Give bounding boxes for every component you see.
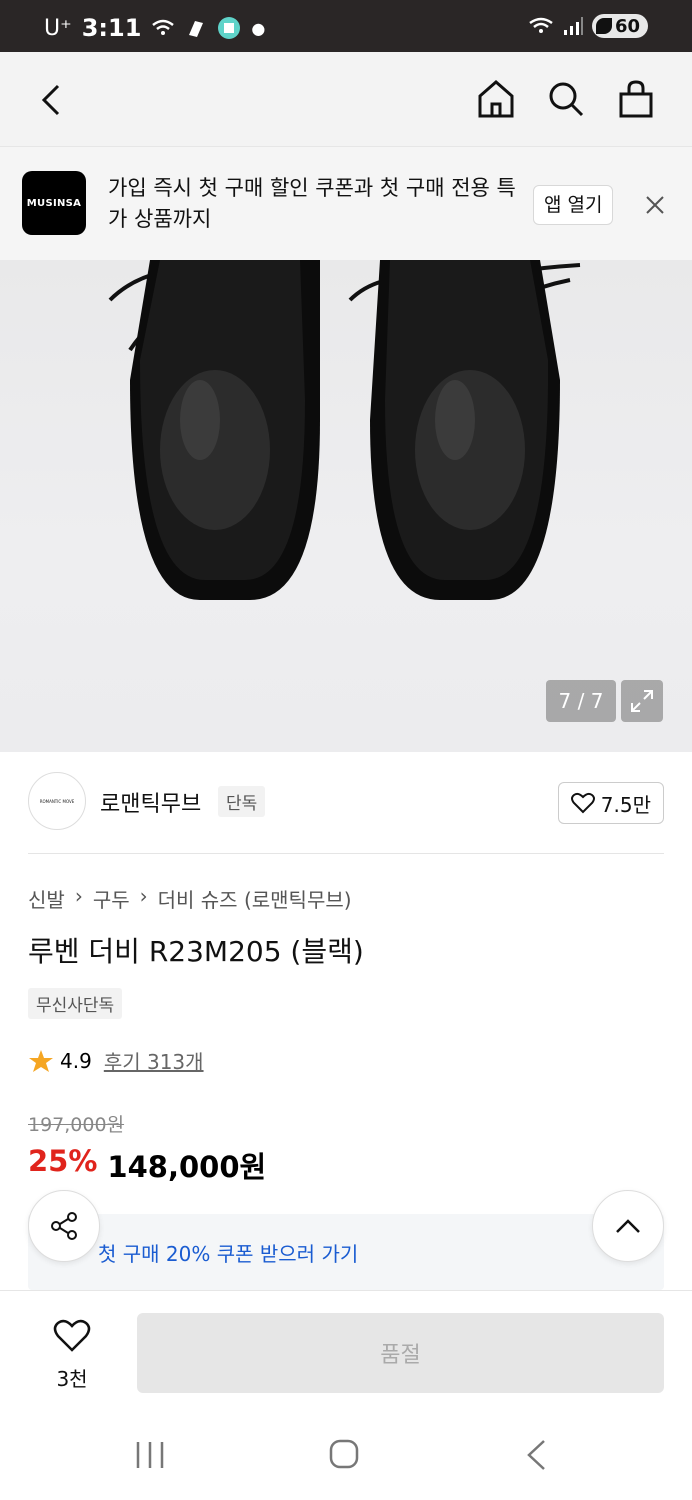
scroll-top-button[interactable] xyxy=(592,1190,664,1262)
original-price: 197,000원 xyxy=(28,1114,125,1136)
battery-indicator: 60 xyxy=(591,14,648,38)
heart-icon xyxy=(53,1319,91,1352)
dot-icon: ● xyxy=(251,18,266,38)
brand-logo[interactable]: ROMANTIC MOVE xyxy=(28,772,86,830)
star-icon xyxy=(29,1049,53,1072)
home-nav-icon[interactable] xyxy=(328,1438,360,1470)
soldout-button: 품절 xyxy=(137,1313,664,1393)
expand-icon xyxy=(631,690,653,712)
rating-row: 4.9 후기 313개 xyxy=(28,1046,204,1075)
wish-count: 3천 xyxy=(56,1367,88,1391)
leaf-icon xyxy=(595,18,612,34)
share-button[interactable] xyxy=(28,1190,100,1262)
top-header xyxy=(0,52,692,146)
coupon-banner[interactable]: 첫 구매 20% 쿠폰 받으러 가기 xyxy=(28,1214,664,1290)
notification-icon xyxy=(189,21,204,37)
breadcrumb-item[interactable]: 더비 슈즈 (로맨틱무브) xyxy=(158,884,352,913)
exclusive-badge: 무신사단독 xyxy=(28,988,123,1019)
open-app-button[interactable]: 앱 열기 xyxy=(533,185,614,225)
home-icon[interactable] xyxy=(476,78,516,120)
clock: 3:11 xyxy=(81,14,142,42)
brand-like-button[interactable]: 7.5만 xyxy=(557,782,664,824)
chevron-right-icon: › xyxy=(74,884,83,908)
brand-name[interactable]: 로맨틱무브 xyxy=(100,786,201,818)
image-counter: 7 / 7 xyxy=(546,680,616,722)
breadcrumb-item[interactable]: 신발 xyxy=(28,884,65,913)
heart-icon xyxy=(570,792,595,814)
wifi-signal-icon xyxy=(529,17,553,33)
discount-rate: 25% xyxy=(28,1144,98,1178)
breadcrumb-item[interactable]: 구두 xyxy=(93,884,130,913)
coupon-link[interactable]: 첫 구매 20% 쿠폰 받으러 가기 xyxy=(98,1238,358,1267)
brand-row: ROMANTIC MOVE 로맨틱무브 단독 7.5만 xyxy=(28,772,664,854)
price-row: 25% 148,000원 xyxy=(28,1144,266,1186)
brand-like-count: 7.5만 xyxy=(600,792,651,817)
cell-signal-icon xyxy=(563,17,583,35)
back-icon[interactable] xyxy=(34,80,70,120)
app-promo-banner: MUSINSA 가입 즉시 첫 구매 할인 쿠폰과 첫 구매 전용 특가 상품까… xyxy=(0,146,692,260)
app-icon xyxy=(218,17,241,39)
expand-image-button[interactable] xyxy=(621,680,663,722)
promo-text: 가입 즉시 첫 구매 할인 쿠폰과 첫 구매 전용 특가 상품까지 xyxy=(108,176,516,231)
system-nav-bar xyxy=(0,1410,692,1500)
chevron-up-icon xyxy=(616,1219,640,1233)
brand-exclusive-badge: 단독 xyxy=(218,786,266,817)
cart-icon[interactable] xyxy=(616,78,656,120)
review-link[interactable]: 후기 313개 xyxy=(104,1046,204,1075)
status-bar: U⁺ 3:11 ● 60 xyxy=(0,0,692,52)
back-nav-icon[interactable] xyxy=(524,1438,548,1472)
musinsa-logo: MUSINSA xyxy=(22,171,86,235)
share-icon xyxy=(51,1212,77,1240)
breadcrumb: 신발 › 구두 › 더비 슈즈 (로맨틱무브) xyxy=(28,884,352,913)
carrier-label: U⁺ xyxy=(44,15,72,41)
recent-apps-icon[interactable] xyxy=(134,1440,166,1470)
shoes-illustration xyxy=(108,260,581,600)
product-image[interactable]: 7 / 7 xyxy=(0,260,692,752)
bottom-action-bar: 3천 품절 xyxy=(0,1290,692,1410)
close-icon[interactable] xyxy=(643,193,667,217)
rating-score: 4.9 xyxy=(60,1048,92,1073)
battery-level: 60 xyxy=(614,15,640,37)
wish-button[interactable]: 3천 xyxy=(44,1319,100,1392)
chevron-right-icon: › xyxy=(139,884,148,908)
wifi-icon xyxy=(152,19,175,35)
product-title: 루벤 더비 R23M205 (블랙) xyxy=(28,935,364,968)
sale-price: 148,000원 xyxy=(107,1150,267,1184)
search-icon[interactable] xyxy=(546,78,586,120)
